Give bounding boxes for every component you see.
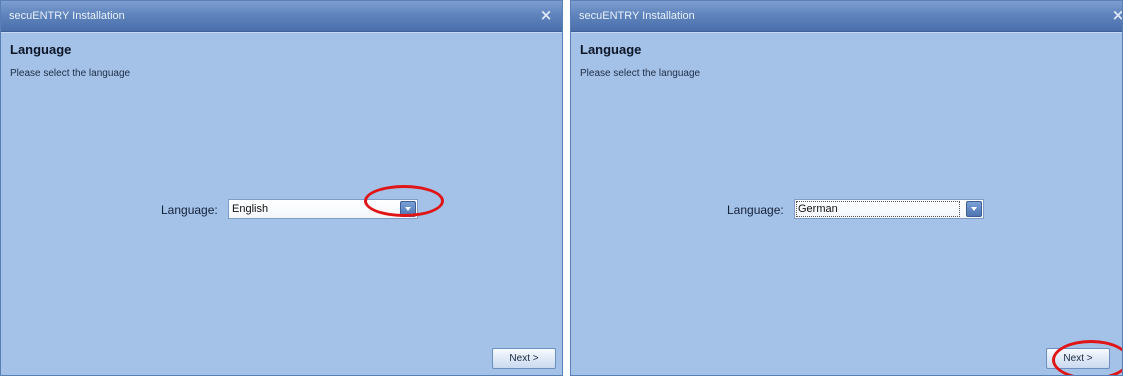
language-label: Language: (161, 203, 218, 217)
close-icon[interactable]: × (538, 7, 554, 23)
language-label: Language: (727, 203, 784, 217)
language-select-value: German (796, 201, 960, 217)
page-heading: Language (10, 42, 72, 57)
content-area: Language Please select the language Lang… (571, 32, 1122, 375)
installer-window-left: secuENTRY Installation × Language Please… (0, 0, 563, 376)
window-title: secuENTRY Installation (9, 10, 125, 22)
language-select-value: English (232, 203, 269, 215)
next-button[interactable]: Next > (492, 348, 556, 369)
page-instructions: Please select the language (10, 68, 131, 79)
title-bar[interactable]: secuENTRY Installation × (1, 1, 562, 32)
dropdown-button[interactable] (966, 201, 982, 217)
content-area: Language Please select the language Lang… (1, 32, 562, 375)
page-instructions: Please select the language (580, 68, 701, 79)
highlight-annotation (1052, 340, 1122, 375)
chevron-down-icon (971, 207, 977, 211)
title-bar[interactable]: secuENTRY Installation × (571, 1, 1122, 32)
highlight-annotation (364, 185, 444, 217)
installer-window-right: secuENTRY Installation × Language Please… (570, 0, 1123, 376)
close-icon[interactable]: × (1110, 7, 1122, 23)
window-title: secuENTRY Installation (579, 10, 695, 22)
language-select[interactable]: German (794, 199, 984, 219)
page-heading: Language (580, 42, 642, 57)
